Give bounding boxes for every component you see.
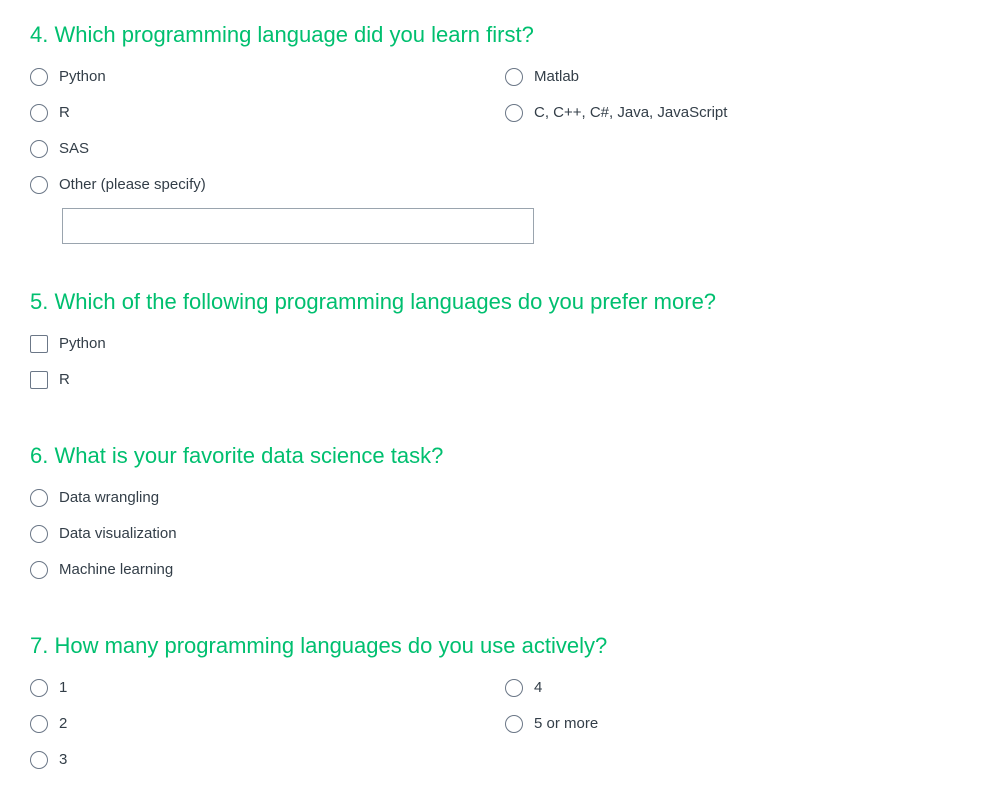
checkbox[interactable] (30, 371, 48, 389)
radio-button[interactable] (30, 679, 48, 697)
question-5-title: 5. Which of the following programming la… (30, 289, 717, 314)
q5-option-label: Python (59, 335, 106, 352)
radio-button[interactable] (30, 140, 48, 158)
q4-option-r[interactable]: R (30, 101, 70, 125)
q7-option-label: 3 (59, 751, 68, 768)
q4-option-label: Python (59, 68, 106, 85)
radio-button[interactable] (30, 751, 48, 769)
radio-button[interactable] (30, 104, 48, 122)
radio-button[interactable] (505, 715, 523, 733)
checkbox[interactable] (30, 335, 48, 353)
q4-option-python[interactable]: Python (30, 65, 106, 89)
q7-option-label: 4 (534, 679, 543, 696)
q5-option-r[interactable]: R (30, 368, 70, 392)
question-6-title: 6. What is your favorite data science ta… (30, 443, 444, 468)
q7-option-3[interactable]: 3 (30, 748, 67, 772)
q4-option-label: Matlab (534, 68, 580, 85)
question-7-title: 7. How many programming languages do you… (30, 633, 608, 658)
q4-option-label: Other (please specify) (59, 176, 206, 193)
radio-button[interactable] (505, 104, 523, 122)
question-4-title: 4. Which programming language did you le… (30, 22, 534, 47)
q7-option-4[interactable]: 4 (505, 676, 542, 700)
q4-option-label: R (59, 104, 70, 121)
radio-button[interactable] (30, 489, 48, 507)
q4-option-sas[interactable]: SAS (30, 137, 89, 161)
q4-option-matlab[interactable]: Matlab (505, 65, 579, 89)
q7-option-label: 5 or more (534, 715, 599, 732)
q4-option-label: C, C++, C#, Java, JavaScript (534, 104, 728, 121)
radio-button[interactable] (30, 68, 48, 86)
radio-button[interactable] (30, 715, 48, 733)
q7-option-label: 2 (59, 715, 68, 732)
q4-option-label: SAS (59, 140, 90, 157)
q6-option-label: Data visualization (59, 525, 177, 542)
q6-option-machine-learning[interactable]: Machine learning (30, 558, 173, 582)
q4-option-c-family[interactable]: C, C++, C#, Java, JavaScript (505, 101, 727, 125)
radio-button[interactable] (30, 561, 48, 579)
q7-option-2[interactable]: 2 (30, 712, 67, 736)
radio-button[interactable] (505, 68, 523, 86)
q6-option-label: Machine learning (59, 561, 174, 578)
q5-option-python[interactable]: Python (30, 332, 106, 356)
radio-button[interactable] (30, 525, 48, 543)
radio-button[interactable] (505, 679, 523, 697)
q6-option-label: Data wrangling (59, 489, 160, 506)
radio-button[interactable] (30, 176, 48, 194)
q6-option-data-visualization[interactable]: Data visualization (30, 522, 177, 546)
q7-option-label: 1 (59, 679, 68, 696)
q6-option-data-wrangling[interactable]: Data wrangling (30, 486, 159, 510)
q5-option-label: R (59, 371, 70, 388)
q7-option-1[interactable]: 1 (30, 676, 67, 700)
q7-option-5-or-more[interactable]: 5 or more (505, 712, 598, 736)
other-specify-input[interactable] (62, 208, 534, 244)
q4-option-other[interactable]: Other (please specify) (30, 173, 206, 197)
survey-page: 4. Which programming language did you le… (0, 0, 1005, 800)
